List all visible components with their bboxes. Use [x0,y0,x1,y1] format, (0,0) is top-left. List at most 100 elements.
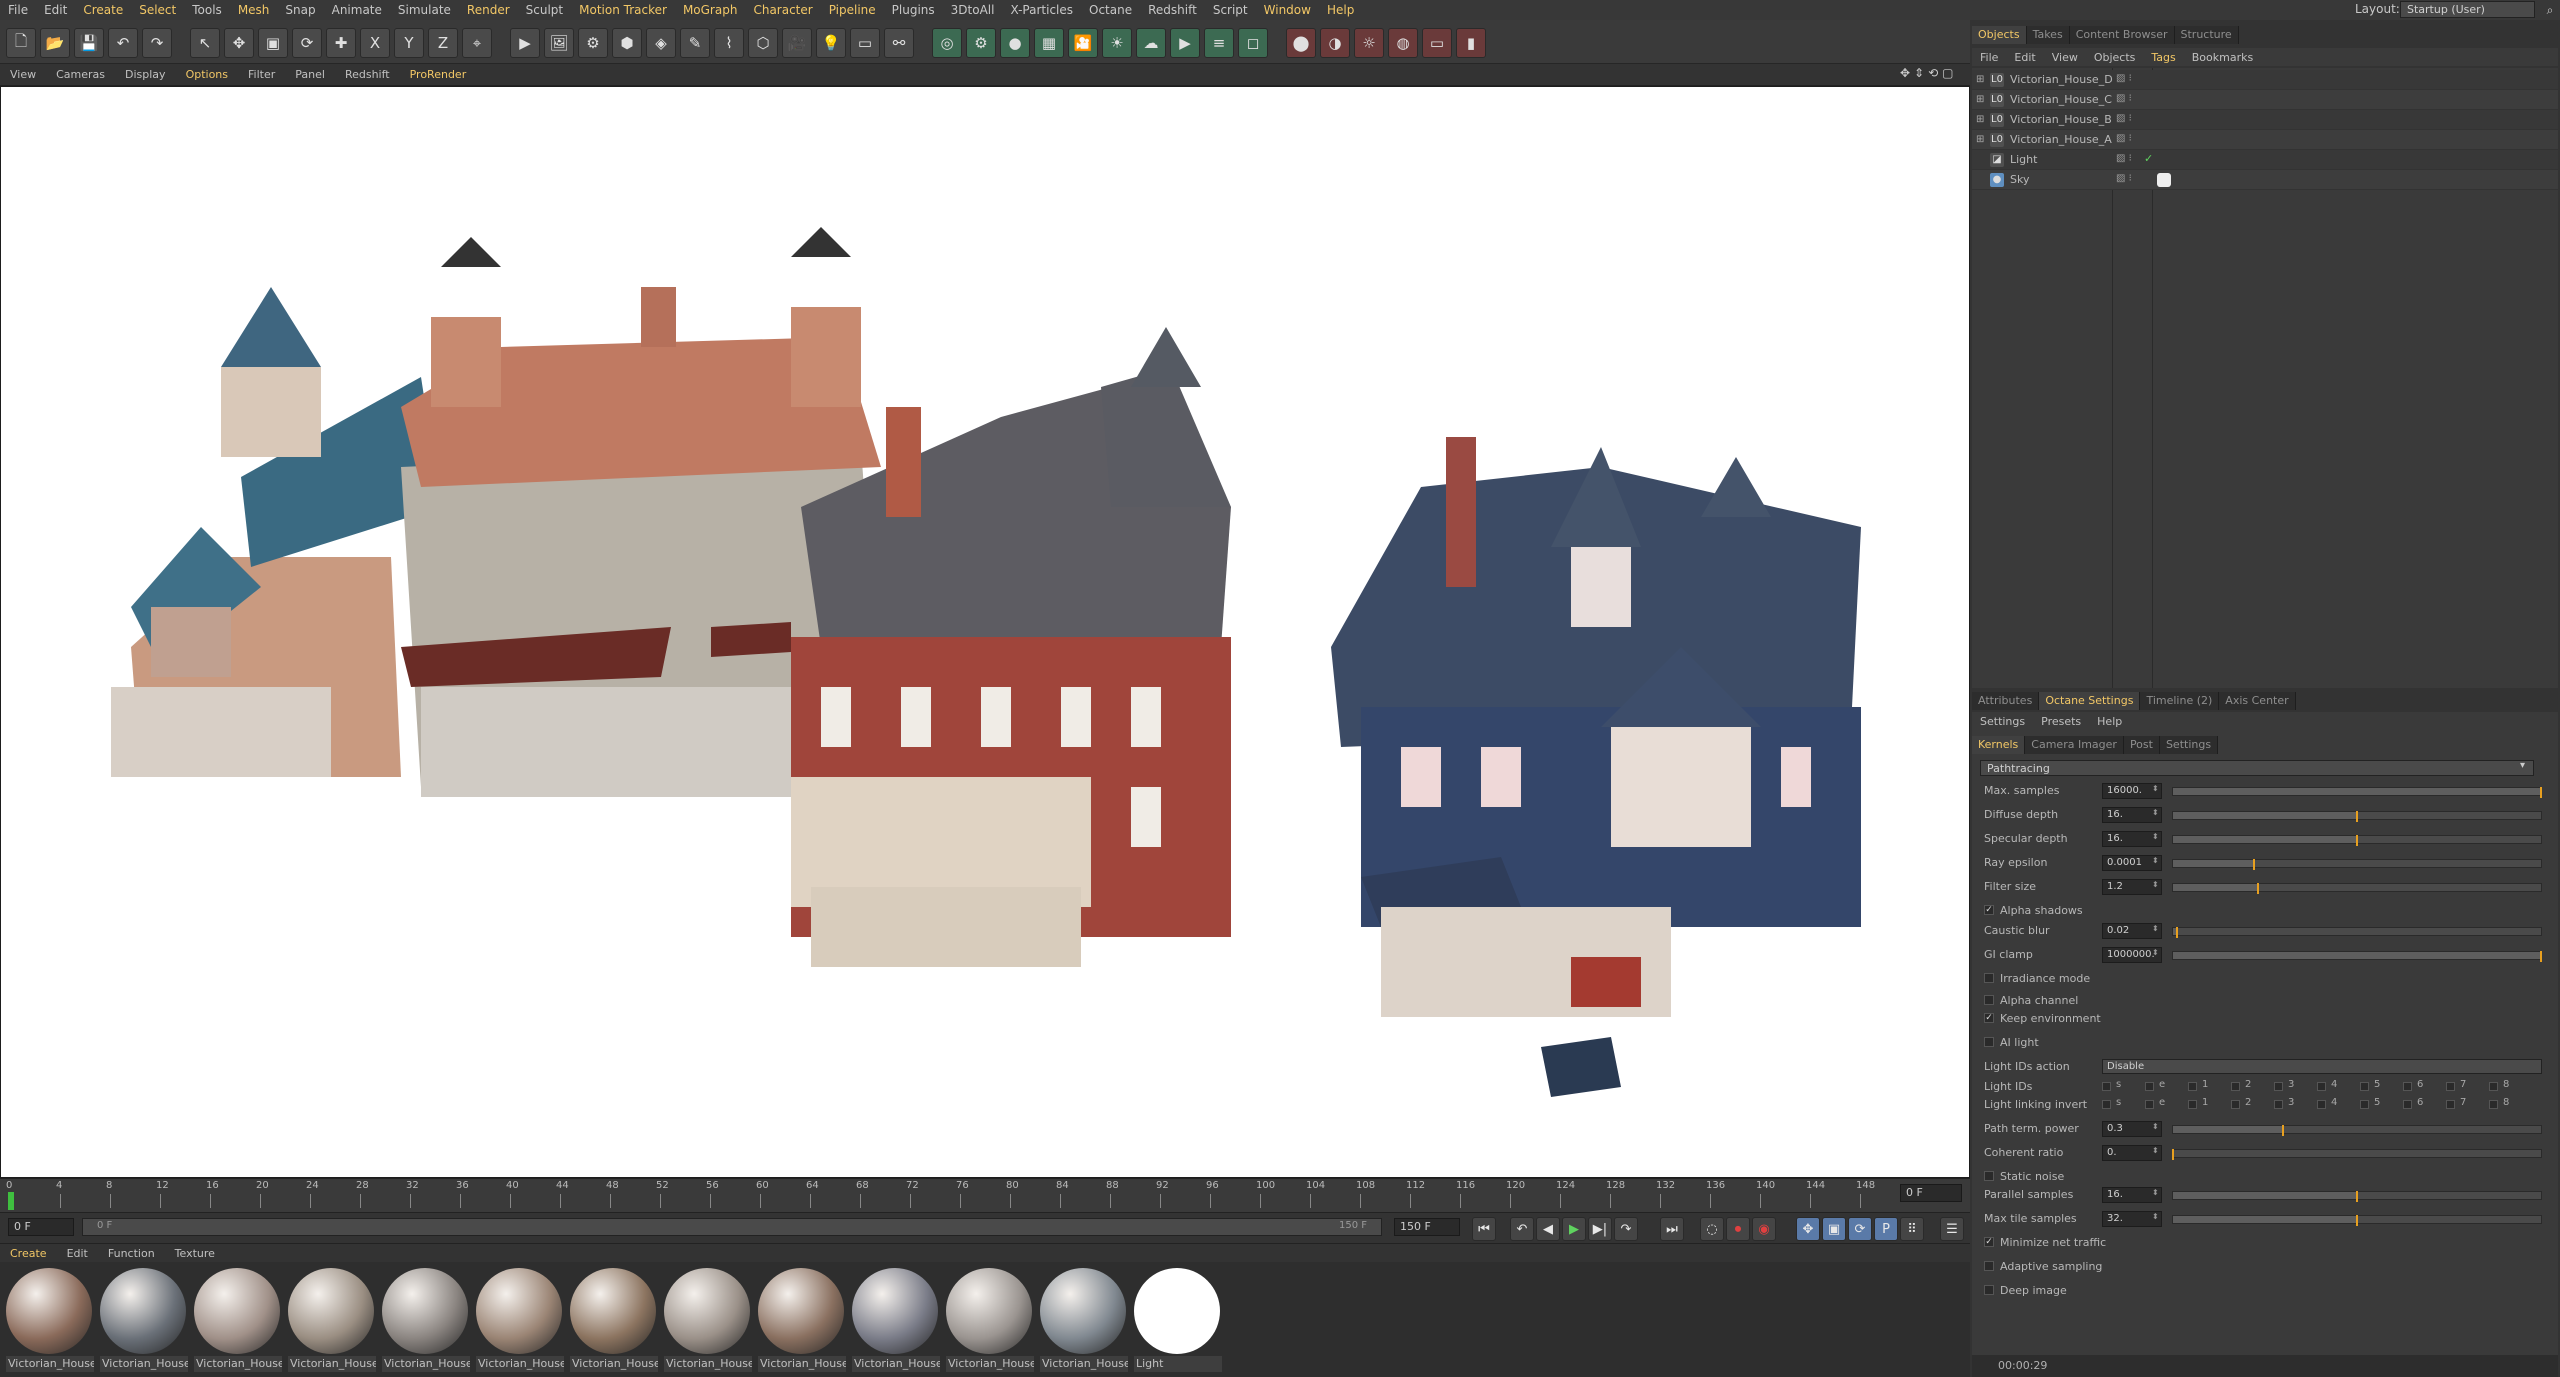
spinner-icon[interactable]: ⬍ [2152,948,2159,957]
spinner-icon[interactable]: ⬍ [2152,1212,2159,1221]
object-row[interactable]: ⊞ L0 Victorian_House_C ▨ ⁝ [1972,90,2558,110]
redshift-render-icon[interactable]: ⬤ [1286,28,1316,58]
spinner-icon[interactable]: ⬍ [2152,1122,2159,1131]
octane-object-icon[interactable]: ◻ [1238,28,1268,58]
material-menu-texture[interactable]: Texture [165,1247,225,1260]
search-icon[interactable]: ⌕ [2540,0,2560,20]
param-slider[interactable] [2172,835,2542,846]
redshift-tag-icon[interactable]: ▮ [1456,28,1486,58]
id-checkbox[interactable] [2145,1082,2154,1091]
octane-settings-icon[interactable]: ⚙ [966,28,996,58]
menu-3dtoall[interactable]: 3DtoAll [943,0,1003,20]
menu-tools[interactable]: Tools [184,0,230,20]
next-key-icon[interactable]: ↷ [1614,1217,1638,1241]
visibility-dots-icon[interactable]: ▨ ⁝ [2116,73,2132,84]
param-slider[interactable] [2172,1149,2542,1160]
slider-handle[interactable] [2356,1191,2358,1202]
menu-snap[interactable]: Snap [277,0,323,20]
slider-handle[interactable] [2256,883,2259,894]
id-checkbox[interactable] [2360,1100,2369,1109]
redshift-ipr-icon[interactable]: ◑ [1320,28,1350,58]
checkbox[interactable] [1984,1037,1994,1047]
visibility-dots-icon[interactable]: ▨ ⁝ [2116,113,2132,124]
checkbox[interactable]: ✓ [1984,1013,1994,1023]
save-icon[interactable]: 💾 [74,28,104,58]
light-ids-action-dropdown[interactable]: Disable [2102,1059,2542,1074]
playhead[interactable] [8,1192,14,1210]
tab-structure[interactable]: Structure [2174,26,2239,44]
start-frame-field[interactable]: 0 F [8,1218,74,1236]
menu-help[interactable]: Help [1319,0,1362,20]
frame-range-slider[interactable]: 0 F 150 F [82,1218,1382,1236]
menu-pipeline[interactable]: Pipeline [821,0,884,20]
material-swatch[interactable]: Victorian_House_ [568,1264,658,1376]
menu-redshift[interactable]: Redshift [1140,0,1205,20]
undo-icon[interactable]: ↶ [108,28,138,58]
octane-light-icon[interactable]: ☀ [1102,28,1132,58]
go-to-end-icon[interactable]: ⏭ [1660,1217,1684,1241]
menu-plugins[interactable]: Plugins [884,0,943,20]
menu-select[interactable]: Select [131,0,184,20]
octane-camera-icon[interactable]: 🎦 [1068,28,1098,58]
object-row[interactable]: ● Sky ▨ ⁝ [1972,170,2558,190]
expand-icon[interactable]: ⊞ [1976,94,1984,105]
id-checkbox[interactable] [2188,1082,2197,1091]
material-swatch[interactable]: Victorian_House_ [944,1264,1034,1376]
render-view-icon[interactable]: ▶ [510,28,540,58]
octane-environment-tag-icon[interactable] [2157,173,2171,187]
viewport-menu-view[interactable]: View [0,64,46,86]
material-swatch[interactable]: Victorian_House_ [286,1264,376,1376]
checkbox[interactable] [1984,1285,1994,1295]
menu-animate[interactable]: Animate [324,0,390,20]
previous-frame-icon[interactable]: ◀ [1536,1217,1560,1241]
scene-icon[interactable]: ⬡ [748,28,778,58]
slider-handle[interactable] [2175,927,2178,938]
move-icon[interactable]: ✥ [224,28,254,58]
viewport-menu-panel[interactable]: Panel [285,64,335,86]
slider-handle[interactable] [2540,787,2542,798]
spinner-icon[interactable]: ⬍ [2152,924,2159,933]
material-swatch[interactable]: Victorian_House_ [98,1264,188,1376]
spinner-icon[interactable]: ⬍ [2152,808,2159,817]
menu-octane[interactable]: Octane [1081,0,1140,20]
tab-objects[interactable]: Objects [1972,26,2027,44]
object-row[interactable]: ◪ Light ▨ ⁝ ✓ [1972,150,2558,170]
expand-icon[interactable]: ⊞ [1976,134,1984,145]
y-axis-icon[interactable]: Y [394,28,424,58]
spinner-icon[interactable]: ⬍ [2152,784,2159,793]
record-active-icon[interactable]: ⏺ [1726,1217,1750,1241]
redo-icon[interactable]: ↷ [142,28,172,58]
material-menu-edit[interactable]: Edit [57,1247,98,1260]
current-frame-field[interactable]: 0 F [1900,1184,1962,1202]
settings-menu-settings[interactable]: Settings [1972,715,2033,728]
menu-render[interactable]: Render [459,0,518,20]
visibility-dots-icon[interactable]: ▨ ⁝ [2116,93,2132,104]
object-menu-tags[interactable]: Tags [2143,51,2183,64]
spinner-icon[interactable]: ⬍ [2152,1188,2159,1197]
x-axis-icon[interactable]: X [360,28,390,58]
light-icon[interactable]: 💡 [816,28,846,58]
object-menu-bookmarks[interactable]: Bookmarks [2184,51,2261,64]
coordinate-system-icon[interactable]: ⌖ [462,28,492,58]
id-checkbox[interactable] [2231,1082,2240,1091]
timeline-options-icon[interactable]: ☰ [1940,1217,1964,1241]
id-checkbox[interactable] [2446,1082,2455,1091]
visibility-dots-icon[interactable]: ▨ ⁝ [2116,173,2132,184]
camera-icon[interactable]: 🎥 [782,28,812,58]
play-forward-icon[interactable]: ▶ [1562,1217,1586,1241]
id-checkbox[interactable] [2274,1082,2283,1091]
3d-viewport[interactable] [0,86,1970,1178]
settings-menu-presets[interactable]: Presets [2033,715,2089,728]
z-axis-icon[interactable]: Z [428,28,458,58]
menu-mograph[interactable]: MoGraph [675,0,746,20]
kernel-tab-settings[interactable]: Settings [2159,736,2219,754]
id-checkbox[interactable] [2102,1082,2111,1091]
viewport-menu-display[interactable]: Display [115,64,176,86]
spinner-icon[interactable]: ⬍ [2152,856,2159,865]
material-swatch[interactable]: Victorian_House_ [1038,1264,1128,1376]
material-swatch[interactable]: Victorian_House_ [4,1264,94,1376]
spinner-icon[interactable]: ⬍ [2152,832,2159,841]
visibility-dots-icon[interactable]: ▨ ⁝ [2116,133,2132,144]
viewport-menu-cameras[interactable]: Cameras [46,64,115,86]
id-checkbox[interactable] [2403,1100,2412,1109]
